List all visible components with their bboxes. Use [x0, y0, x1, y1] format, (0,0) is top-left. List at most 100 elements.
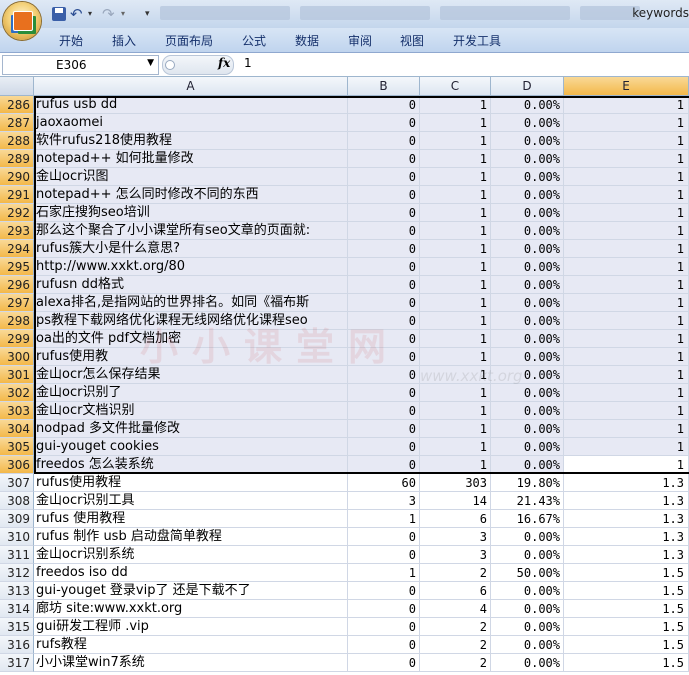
- customize-toolbar-icon[interactable]: ▾: [145, 5, 155, 23]
- cell-e[interactable]: 1: [564, 258, 689, 276]
- cell-d[interactable]: 16.67%: [491, 510, 564, 528]
- cell-b[interactable]: 1: [348, 510, 420, 528]
- cell-d[interactable]: 0.00%: [491, 618, 564, 636]
- column-header-e[interactable]: E: [564, 77, 689, 95]
- cell-d[interactable]: 19.80%: [491, 474, 564, 492]
- row-number[interactable]: 307: [0, 474, 34, 492]
- cell-d[interactable]: 0.00%: [491, 546, 564, 564]
- cell-b[interactable]: 0: [348, 150, 420, 168]
- cell-d[interactable]: 50.00%: [491, 564, 564, 582]
- tab-formulas[interactable]: 公式: [242, 32, 266, 49]
- cell-a[interactable]: rufus使用教程: [34, 474, 348, 492]
- cell-c[interactable]: 3: [420, 546, 491, 564]
- cell-a[interactable]: 那么这个聚合了小小课堂所有seo文章的页面就:: [34, 222, 348, 240]
- cell-b[interactable]: 0: [348, 600, 420, 618]
- cell-c[interactable]: 3: [420, 528, 491, 546]
- cell-e[interactable]: 1: [564, 456, 689, 474]
- column-header-d[interactable]: D: [491, 77, 564, 95]
- cell-d[interactable]: 0.00%: [491, 186, 564, 204]
- cell-d[interactable]: 0.00%: [491, 132, 564, 150]
- cell-b[interactable]: 0: [348, 240, 420, 258]
- cell-e[interactable]: 1.5: [564, 582, 689, 600]
- cell-e[interactable]: 1: [564, 330, 689, 348]
- office-button[interactable]: [3, 2, 41, 40]
- cell-c[interactable]: 1: [420, 96, 491, 114]
- row-number[interactable]: 304: [0, 420, 34, 438]
- cell-c[interactable]: 1: [420, 384, 491, 402]
- cell-d[interactable]: 0.00%: [491, 312, 564, 330]
- cell-d[interactable]: 0.00%: [491, 276, 564, 294]
- cell-d[interactable]: 0.00%: [491, 204, 564, 222]
- cell-e[interactable]: 1.5: [564, 618, 689, 636]
- column-header-b[interactable]: B: [348, 77, 420, 95]
- cell-b[interactable]: 0: [348, 528, 420, 546]
- cell-a[interactable]: 小小课堂win7系统: [34, 654, 348, 672]
- row-number[interactable]: 310: [0, 528, 34, 546]
- cell-a[interactable]: rufus 制作 usb 启动盘简单教程: [34, 528, 348, 546]
- cell-e[interactable]: 1: [564, 312, 689, 330]
- cell-c[interactable]: 4: [420, 600, 491, 618]
- cell-a[interactable]: gui-youget 登录vip了 还是下载不了: [34, 582, 348, 600]
- cell-e[interactable]: 1: [564, 420, 689, 438]
- chevron-down-icon[interactable]: ▼: [147, 58, 154, 68]
- row-number[interactable]: 309: [0, 510, 34, 528]
- cell-a[interactable]: alexa排名,是指网站的世界排名。如同《福布斯: [34, 294, 348, 312]
- cell-b[interactable]: 0: [348, 366, 420, 384]
- cell-d[interactable]: 0.00%: [491, 528, 564, 546]
- cell-b[interactable]: 0: [348, 96, 420, 114]
- cell-e[interactable]: 1: [564, 276, 689, 294]
- row-number[interactable]: 294: [0, 240, 34, 258]
- row-number[interactable]: 314: [0, 600, 34, 618]
- row-number[interactable]: 315: [0, 618, 34, 636]
- cell-a[interactable]: rufus使用教: [34, 348, 348, 366]
- row-number[interactable]: 299: [0, 330, 34, 348]
- cell-d[interactable]: 0.00%: [491, 654, 564, 672]
- tab-review[interactable]: 审阅: [348, 32, 372, 49]
- cell-e[interactable]: 1: [564, 222, 689, 240]
- cell-c[interactable]: 1: [420, 366, 491, 384]
- cell-c[interactable]: 1: [420, 240, 491, 258]
- cell-a[interactable]: gui-youget cookies: [34, 438, 348, 456]
- cell-e[interactable]: 1.3: [564, 528, 689, 546]
- cell-c[interactable]: 303: [420, 474, 491, 492]
- cell-c[interactable]: 1: [420, 186, 491, 204]
- cell-b[interactable]: 60: [348, 474, 420, 492]
- cell-b[interactable]: 0: [348, 258, 420, 276]
- cell-d[interactable]: 0.00%: [491, 582, 564, 600]
- cell-d[interactable]: 0.00%: [491, 240, 564, 258]
- cell-e[interactable]: 1: [564, 294, 689, 312]
- cell-e[interactable]: 1: [564, 438, 689, 456]
- cell-e[interactable]: 1: [564, 150, 689, 168]
- cell-e[interactable]: 1.3: [564, 510, 689, 528]
- select-all-button[interactable]: [0, 77, 34, 95]
- cell-b[interactable]: 0: [348, 186, 420, 204]
- cell-c[interactable]: 1: [420, 222, 491, 240]
- cell-e[interactable]: 1: [564, 366, 689, 384]
- cell-d[interactable]: 0.00%: [491, 258, 564, 276]
- cell-c[interactable]: 1: [420, 132, 491, 150]
- cell-a[interactable]: freedos iso dd: [34, 564, 348, 582]
- row-number[interactable]: 290: [0, 168, 34, 186]
- cell-e[interactable]: 1: [564, 186, 689, 204]
- cell-c[interactable]: 1: [420, 150, 491, 168]
- cell-e[interactable]: 1: [564, 240, 689, 258]
- cell-c[interactable]: 1: [420, 402, 491, 420]
- row-number[interactable]: 300: [0, 348, 34, 366]
- cell-b[interactable]: 0: [348, 402, 420, 420]
- row-number[interactable]: 289: [0, 150, 34, 168]
- cell-c[interactable]: 1: [420, 348, 491, 366]
- cell-e[interactable]: 1: [564, 384, 689, 402]
- cell-e[interactable]: 1: [564, 402, 689, 420]
- cell-e[interactable]: 1.3: [564, 474, 689, 492]
- cell-c[interactable]: 1: [420, 438, 491, 456]
- cell-c[interactable]: 1: [420, 420, 491, 438]
- row-number[interactable]: 287: [0, 114, 34, 132]
- cell-a[interactable]: notepad++ 怎么同时修改不同的东西: [34, 186, 348, 204]
- cell-d[interactable]: 0.00%: [491, 636, 564, 654]
- row-number[interactable]: 301: [0, 366, 34, 384]
- cell-c[interactable]: 1: [420, 276, 491, 294]
- cell-e[interactable]: 1: [564, 132, 689, 150]
- cell-d[interactable]: 0.00%: [491, 330, 564, 348]
- cell-a[interactable]: 金山ocr识图: [34, 168, 348, 186]
- cell-c[interactable]: 1: [420, 258, 491, 276]
